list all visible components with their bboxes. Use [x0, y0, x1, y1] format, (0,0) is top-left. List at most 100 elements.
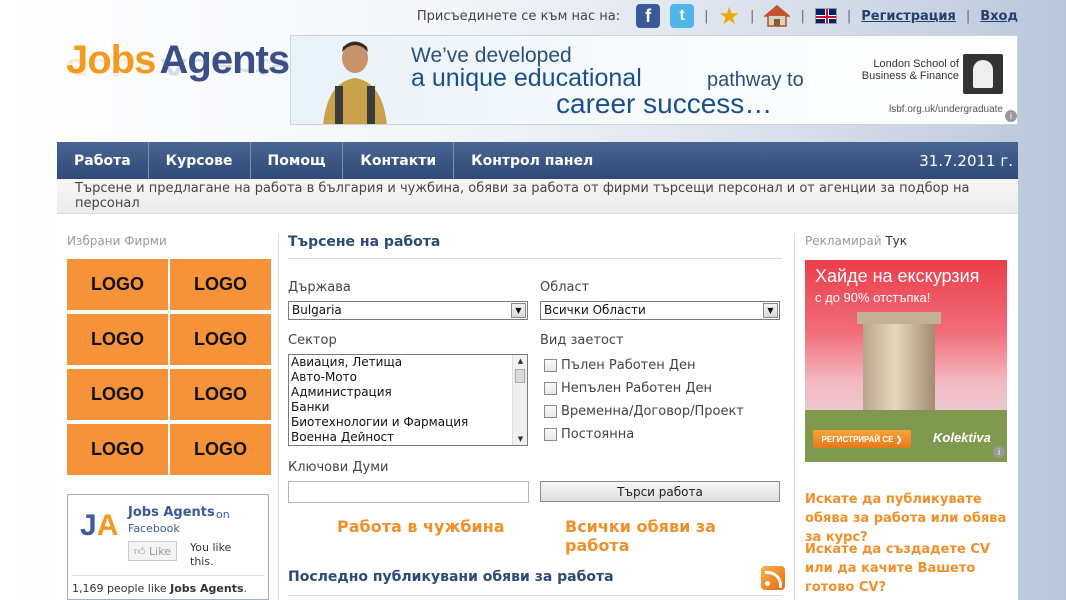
checkbox[interactable]: [544, 428, 557, 441]
thumbs-up-icon: 👍︎: [134, 544, 146, 558]
ad-register-button[interactable]: РЕГИСТРИРАЙ СЕ ❯: [813, 430, 911, 448]
current-date: 31.7.2011 г.: [919, 151, 1013, 170]
post-job-promo-link[interactable]: Искате да публикувате обява за работа ил…: [805, 490, 1007, 547]
company-logo[interactable]: LOGO: [170, 424, 271, 475]
sector-option[interactable]: Военна Дейност: [289, 430, 527, 445]
twitter-icon[interactable]: t: [670, 4, 695, 28]
scroll-thumb[interactable]: [515, 369, 525, 383]
ad-info-icon[interactable]: i: [1005, 110, 1017, 122]
separator: |: [800, 8, 805, 24]
country-select[interactable]: Bulgaria ▼: [288, 301, 528, 320]
banner-url: lsbf.org.uk/undergraduate: [889, 104, 1003, 115]
main-nav: Работа Курсове Помощ Контакти Контрол па…: [57, 142, 1018, 179]
site-logo[interactable]: Jobs Agents Jobs Agents: [66, 38, 290, 114]
separator: |: [750, 8, 755, 24]
you-like-text: You like this.: [190, 541, 232, 568]
employment-checkbox-fulltime[interactable]: Пълен Работен Ден: [544, 358, 696, 373]
employment-checkbox-temporary[interactable]: Временна/Договор/Проект: [544, 404, 744, 419]
region-label: Област: [540, 280, 590, 295]
job-search-form: Търсене на работа Държава Bulgaria ▼ Обл…: [288, 234, 785, 596]
facebook-like-box: JA Jobs Agents on Facebook 👍︎ Like You l…: [67, 494, 269, 600]
school-crest-icon: [963, 54, 1003, 94]
sector-option[interactable]: Администрация: [289, 385, 527, 400]
company-logo[interactable]: LOGO: [170, 369, 271, 420]
sector-label: Сектор: [288, 333, 337, 348]
checkbox[interactable]: [544, 359, 557, 372]
keywords-label: Ключови Думи: [288, 460, 389, 475]
sector-scrollbar[interactable]: ▲ ▼: [512, 355, 527, 445]
facebook-link[interactable]: Facebook: [128, 522, 180, 535]
register-link[interactable]: Регистрация: [861, 9, 956, 24]
chevron-down-icon: ▼: [511, 303, 526, 318]
country-label: Държава: [288, 280, 351, 295]
logo-reflection: Jobs Agents: [66, 53, 290, 80]
ad-headline: Хайде на екскурзия: [815, 266, 980, 286]
separator: |: [704, 8, 709, 24]
checkbox[interactable]: [544, 405, 557, 418]
join-us-text: Присъединете се към нас на:: [416, 8, 621, 24]
facebook-icon[interactable]: f: [636, 4, 661, 28]
region-select[interactable]: Всички Области ▼: [540, 301, 780, 320]
student-photo: [323, 41, 387, 124]
banner-ad[interactable]: We’ve developed a unique educational pat…: [290, 35, 1018, 125]
column-divider: [794, 234, 795, 600]
employment-checkbox-parttime[interactable]: Непълен Работен Ден: [544, 381, 712, 396]
rss-icon[interactable]: [761, 566, 785, 590]
search-jobs-button[interactable]: Търси работа: [540, 481, 780, 502]
sector-option[interactable]: Авто-Мото: [289, 370, 527, 385]
sector-option[interactable]: Биотехнологии и Фармация: [289, 415, 527, 430]
nav-item-control-panel[interactable]: Контрол панел: [454, 142, 610, 179]
company-logo[interactable]: LOGO: [67, 369, 168, 420]
employment-checkbox-permanent[interactable]: Постоянна: [544, 427, 634, 442]
ad-subheadline: с до 90% отстъпка!: [815, 290, 931, 305]
main-content: Избрани Фирми LOGO LOGO LOGO LOGO LOGO L…: [57, 214, 1018, 600]
advertise-title: Рекламирай Тук: [805, 234, 908, 248]
separator: |: [846, 8, 852, 24]
kolektiva-ad[interactable]: Хайде на екскурзия с до 90% отстъпка! РЕ…: [805, 260, 1007, 462]
all-jobs-link[interactable]: Всички обяви за работа: [565, 517, 782, 555]
banner-line-3: career success…: [556, 88, 773, 119]
company-logo[interactable]: LOGO: [170, 314, 271, 365]
scroll-down-icon[interactable]: ▼: [513, 433, 527, 445]
kolektiva-logo: Kolektiva: [933, 430, 991, 445]
checkbox[interactable]: [544, 382, 557, 395]
company-logo[interactable]: LOGO: [67, 314, 168, 365]
top-bar: Присъединете се към нас на: f t | ★ | | …: [0, 0, 1066, 32]
login-link[interactable]: Вход: [980, 9, 1018, 24]
job-search-title: Търсене на работа: [288, 234, 782, 259]
latest-jobs-title: Последно публикувани обяви за работа: [288, 569, 782, 596]
jobs-abroad-link[interactable]: Работа в чужбина: [337, 517, 505, 536]
like-button-label: Like: [149, 544, 171, 558]
ad-info-icon[interactable]: i: [993, 446, 1005, 458]
company-logo-grid: LOGO LOGO LOGO LOGO LOGO LOGO LOGO LOGO: [67, 259, 271, 475]
separator: |: [965, 8, 971, 24]
company-logo[interactable]: LOGO: [67, 424, 168, 475]
sector-option[interactable]: Банки: [289, 400, 527, 415]
star-icon[interactable]: ★: [719, 4, 741, 28]
nav-item-help[interactable]: Помощ: [251, 142, 344, 179]
advertise-here-link[interactable]: Тук: [885, 234, 907, 248]
like-count: 1,169 people like Jobs Agents.: [72, 575, 264, 595]
jobs-agents-avatar[interactable]: JA: [80, 509, 120, 545]
nav-item-courses[interactable]: Курсове: [149, 142, 251, 179]
chevron-right-icon: ❯: [895, 434, 903, 444]
sector-listbox[interactable]: Авиация, Летища Авто-Мото Администрация …: [288, 354, 528, 446]
employment-type-label: Вид заетост: [540, 333, 624, 348]
sector-option[interactable]: Авиация, Летища: [289, 355, 527, 370]
create-cv-promo-link[interactable]: Искате да създадете CV или да качите Ваш…: [805, 540, 1007, 597]
scroll-up-icon[interactable]: ▲: [513, 355, 527, 367]
company-logo[interactable]: LOGO: [67, 259, 168, 310]
chevron-down-icon: ▼: [763, 303, 778, 318]
advertising-column: Рекламирай Тук Хайде на екскурзия с до 9…: [805, 234, 1007, 595]
facebook-page-name[interactable]: Jobs Agents: [128, 505, 215, 520]
keywords-input[interactable]: [288, 481, 529, 503]
uk-flag-icon[interactable]: [814, 8, 837, 24]
nav-item-jobs[interactable]: Работа: [57, 142, 149, 179]
site-tagline: Търсене и предлагане на работа в българи…: [57, 179, 1018, 214]
company-logo[interactable]: LOGO: [170, 259, 271, 310]
like-button[interactable]: 👍︎ Like: [128, 541, 177, 561]
facebook-on-text: on: [216, 508, 230, 521]
home-icon[interactable]: [763, 5, 792, 27]
featured-companies-title: Избрани Фирми: [67, 234, 167, 248]
nav-item-contacts[interactable]: Контакти: [343, 142, 455, 179]
